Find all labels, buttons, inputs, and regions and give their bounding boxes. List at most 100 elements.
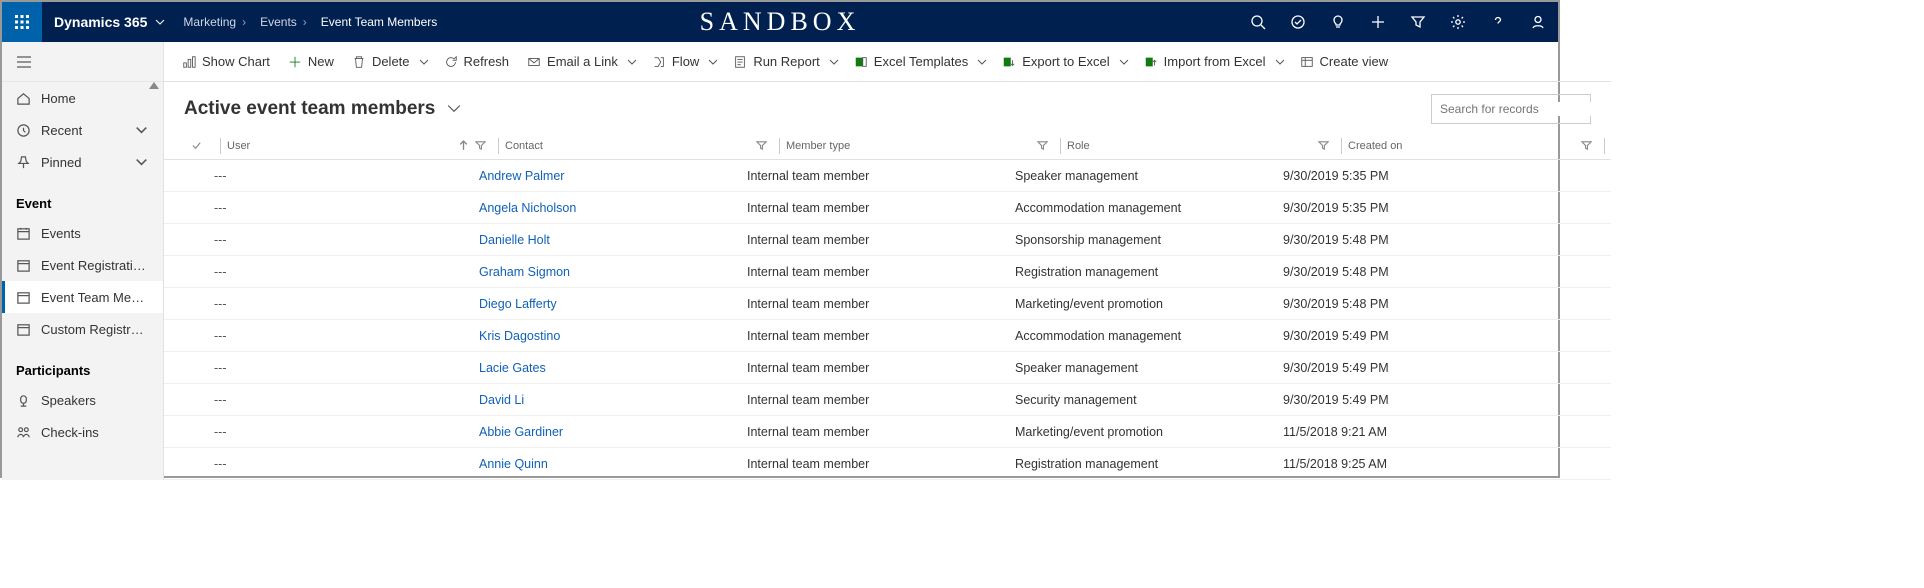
table-row[interactable]: --- Annie Quinn Internal team member Reg… (164, 448, 1611, 480)
cmd-label: Create view (1320, 54, 1389, 69)
import-excel-button[interactable]: Import from Excel (1136, 42, 1268, 82)
nav-recent[interactable]: Recent (2, 114, 163, 146)
nav-group-event: Event (2, 178, 163, 217)
flow-split-button[interactable] (703, 57, 723, 67)
select-all-checkbox[interactable] (184, 140, 214, 151)
nav-label: Recent (41, 123, 124, 138)
excel-templates-split-button[interactable] (972, 57, 992, 67)
show-chart-button[interactable]: Show Chart (174, 42, 278, 82)
col-header-user[interactable]: User (227, 140, 492, 152)
hamburger-button[interactable] (2, 42, 163, 82)
filter-icon[interactable] (1398, 2, 1438, 42)
delete-button[interactable]: Delete (344, 42, 412, 82)
nav-custom-registrations[interactable]: Custom Registrat… (2, 313, 163, 345)
col-header-role[interactable]: Role (1067, 140, 1335, 152)
cmd-label: Delete (372, 54, 410, 69)
col-header-member-type[interactable]: Member type (786, 140, 1054, 152)
excel-templates-button[interactable]: Excel Templates (846, 42, 970, 82)
cell-contact-link[interactable]: Annie Quinn (479, 457, 747, 471)
export-excel-split-button[interactable] (1114, 57, 1134, 67)
cell-created-on: 9/30/2019 5:48 PM (1283, 297, 1533, 311)
cell-contact-link[interactable]: Kris Dagostino (479, 329, 747, 343)
nav-event-registrations[interactable]: Event Registratio… (2, 249, 163, 281)
cell-member-type: Internal team member (747, 297, 1015, 311)
add-icon[interactable] (1358, 2, 1398, 42)
grid-header: User Contact Member type Role Created on (164, 132, 1611, 160)
breadcrumb-page: Event Team Members (317, 15, 442, 29)
user-icon[interactable] (1518, 2, 1558, 42)
cmd-label: Excel Templates (874, 54, 968, 69)
nav-label: Check-ins (41, 425, 149, 440)
import-excel-split-button[interactable] (1270, 57, 1290, 67)
cell-contact-link[interactable]: Danielle Holt (479, 233, 747, 247)
help-icon[interactable] (1478, 2, 1518, 42)
brand-chevron-icon[interactable] (155, 15, 179, 30)
table-row[interactable]: --- Kris Dagostino Internal team member … (164, 320, 1611, 352)
breadcrumb-app[interactable]: Marketing (179, 15, 256, 29)
search-input[interactable] (1440, 102, 1595, 116)
filter-icon[interactable] (1037, 140, 1048, 151)
cell-contact-link[interactable]: Diego Lafferty (479, 297, 747, 311)
cell-contact-link[interactable]: David Li (479, 393, 747, 407)
nav-speakers[interactable]: Speakers (2, 384, 163, 416)
search-box[interactable] (1431, 94, 1591, 124)
nav-label: Home (41, 91, 149, 106)
sidebar-scrollbar[interactable] (147, 82, 161, 480)
gear-icon[interactable] (1438, 2, 1478, 42)
table-row[interactable]: --- Lacie Gates Internal team member Spe… (164, 352, 1611, 384)
app-launcher-button[interactable] (2, 2, 42, 42)
nav-checkins[interactable]: Check-ins (2, 416, 163, 448)
task-flow-icon[interactable] (1278, 2, 1318, 42)
create-view-button[interactable]: Create view (1292, 42, 1397, 82)
run-report-split-button[interactable] (824, 57, 844, 67)
cell-user: --- (214, 393, 479, 407)
table-row[interactable]: --- David Li Internal team member Securi… (164, 384, 1611, 416)
email-split-button[interactable] (622, 57, 642, 67)
cell-contact-link[interactable]: Angela Nicholson (479, 201, 747, 215)
cell-member-type: Internal team member (747, 361, 1015, 375)
brand-label[interactable]: Dynamics 365 (42, 14, 155, 30)
cell-created-on: 9/30/2019 5:35 PM (1283, 201, 1533, 215)
cmd-label: New (308, 54, 334, 69)
cell-created-on: 9/30/2019 5:49 PM (1283, 393, 1533, 407)
table-row[interactable]: --- Danielle Holt Internal team member S… (164, 224, 1611, 256)
cell-created-on: 9/30/2019 5:48 PM (1283, 265, 1533, 279)
email-link-button[interactable]: Email a Link (519, 42, 620, 82)
table-row[interactable]: --- Graham Sigmon Internal team member R… (164, 256, 1611, 288)
refresh-button[interactable]: Refresh (436, 42, 518, 82)
nav-event-team-members[interactable]: Event Team Mem… (2, 281, 163, 313)
flow-button[interactable]: Flow (644, 42, 701, 82)
nav-events[interactable]: Events (2, 217, 163, 249)
breadcrumb-area[interactable]: Events (256, 15, 317, 29)
nav-home[interactable]: Home (2, 82, 163, 114)
cell-member-type: Internal team member (747, 425, 1015, 439)
filter-icon[interactable] (1318, 140, 1329, 151)
cell-contact-link[interactable]: Andrew Palmer (479, 169, 747, 183)
cell-member-type: Internal team member (747, 265, 1015, 279)
col-header-created-on[interactable]: Created on (1348, 140, 1598, 152)
table-row[interactable]: --- Andrew Palmer Internal team member S… (164, 160, 1611, 192)
cell-contact-link[interactable]: Abbie Gardiner (479, 425, 747, 439)
nav-pinned[interactable]: Pinned (2, 146, 163, 178)
delete-split-button[interactable] (414, 57, 434, 67)
col-header-contact[interactable]: Contact (505, 140, 773, 152)
filter-icon[interactable] (475, 140, 486, 151)
cell-member-type: Internal team member (747, 457, 1015, 471)
table-row[interactable]: --- Abbie Gardiner Internal team member … (164, 416, 1611, 448)
new-button[interactable]: New (280, 42, 342, 82)
filter-icon[interactable] (756, 140, 767, 151)
cmd-label: Import from Excel (1164, 54, 1266, 69)
filter-icon[interactable] (1581, 140, 1592, 151)
search-icon[interactable] (1238, 2, 1278, 42)
table-row[interactable]: --- Angela Nicholson Internal team membe… (164, 192, 1611, 224)
assistant-icon[interactable] (1318, 2, 1358, 42)
nav-label: Event Team Mem… (41, 290, 149, 305)
cell-role: Accommodation management (1015, 201, 1283, 215)
run-report-button[interactable]: Run Report (725, 42, 821, 82)
export-excel-button[interactable]: Export to Excel (994, 42, 1111, 82)
table-row[interactable]: --- Diego Lafferty Internal team member … (164, 288, 1611, 320)
cell-contact-link[interactable]: Graham Sigmon (479, 265, 747, 279)
cell-created-on: 9/30/2019 5:48 PM (1283, 233, 1533, 247)
cell-contact-link[interactable]: Lacie Gates (479, 361, 747, 375)
view-selector[interactable]: Active event team members (184, 98, 461, 120)
